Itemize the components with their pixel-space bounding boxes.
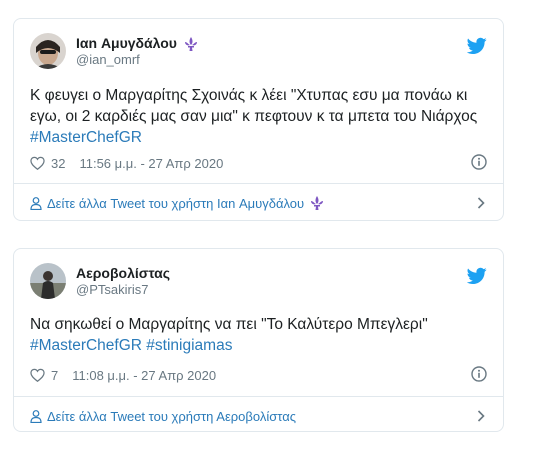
divider [14,396,503,397]
hashtag-link[interactable]: #MasterChefGR [30,129,142,146]
timestamp-link[interactable]: 11:56 μ.μ. - 27 Απρ 2020 [79,156,223,171]
more-tweets-label[interactable]: Δείτε άλλα Tweet του χρήστη Αεροβολίστας [47,409,296,424]
more-tweets-link[interactable]: Δείτε άλλα Tweet του χρήστη Αεροβολίστας [30,406,487,426]
like-count[interactable]: 32 [51,156,65,171]
handle[interactable]: @ian_omrf [76,52,199,68]
info-icon[interactable] [471,366,487,382]
timestamp-link[interactable]: 11:08 μ.μ. - 27 Απρ 2020 [72,368,216,383]
tweet-header: Αεροβολίστας @PTsakiris7 [30,263,487,303]
handle[interactable]: @PTsakiris7 [76,282,170,298]
fleur-de-lis-icon [311,196,324,210]
person-icon [30,409,42,423]
tweet-text-line: Να σηκωθεί ο Μαργαρίτης να πει "Το Καλύτ… [30,316,428,333]
tweet-text: Να σηκωθεί ο Μαργαρίτης να πει "Το Καλύτ… [30,314,487,356]
tweet-text: Κ φευγει ο Μαργαρίτης Σχοινάς κ λέει "Χτ… [30,85,487,148]
fleur-de-lis-icon [184,36,197,51]
tweet-header: Ιαn Αμυγδάλου @ian_omrf [30,33,487,73]
chevron-right-icon[interactable] [477,197,485,209]
hashtag-link[interactable]: #MasterChefGR [30,337,142,354]
tweet-text-line: εγω, οι 2 καρδιές μας σαν μια" κ πεφτουν… [30,108,478,125]
tweet-card: Αεροβολίστας @PTsakiris7 Να σηκωθεί ο Μα… [13,248,504,432]
more-tweets-link[interactable]: Δείτε άλλα Tweet του χρήστη Ιαn Αμυγδάλο… [30,193,487,213]
display-name-text[interactable]: Ιαn Αμυγδάλου [76,35,177,52]
heart-icon[interactable] [30,156,45,170]
tweet-meta: 7 11:08 μ.μ. - 27 Απρ 2020 [30,366,487,384]
tweet-text-line: Κ φευγει ο Μαργαρίτης Σχοινάς κ λέει "Χτ… [30,87,468,104]
like-count[interactable]: 7 [51,368,58,383]
info-icon[interactable] [471,154,487,170]
tweet-card: Ιαn Αμυγδάλου @ian_omrf Κ φευγει ο Μαργα… [13,18,504,221]
person-icon [30,196,42,210]
tweet-meta: 32 11:56 μ.μ. - 27 Απρ 2020 [30,154,487,172]
display-name[interactable]: Ιαn Αμυγδάλου [76,35,199,52]
avatar[interactable] [30,263,66,299]
hashtag-link[interactable]: #stinigiamas [146,337,232,354]
divider [14,183,503,184]
more-tweets-label[interactable]: Δείτε άλλα Tweet του χρήστη Ιαn Αμυγδάλο… [47,196,304,211]
chevron-right-icon[interactable] [477,410,485,422]
heart-icon[interactable] [30,368,45,382]
avatar[interactable] [30,33,66,69]
twitter-bird-icon[interactable] [467,267,487,285]
twitter-bird-icon[interactable] [467,37,487,55]
display-name[interactable]: Αεροβολίστας [76,265,170,282]
